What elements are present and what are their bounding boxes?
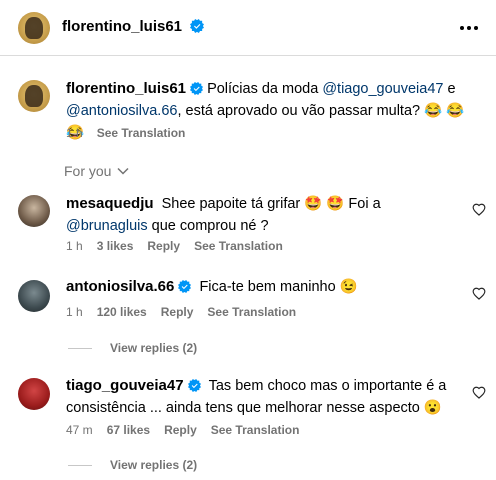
comment-filter[interactable]: For you bbox=[64, 163, 129, 179]
see-translation-button[interactable]: See Translation bbox=[194, 239, 283, 253]
comment-text: tiago_gouveia47 Tas bem choco mas o impo… bbox=[66, 375, 462, 419]
reply-button[interactable]: Reply bbox=[147, 239, 180, 253]
likes-count[interactable]: 120 likes bbox=[97, 305, 147, 319]
post-header: florentino_luis61 bbox=[0, 0, 496, 56]
see-translation-button[interactable]: See Translation bbox=[97, 126, 186, 140]
mention-link[interactable]: @brunagluis bbox=[66, 218, 148, 234]
verified-badge-icon bbox=[190, 19, 205, 33]
caption-text-part: e bbox=[443, 81, 456, 97]
verified-badge-icon bbox=[190, 82, 204, 95]
comment-body: Fica-te bem maninho 😉 bbox=[199, 279, 358, 295]
caption-username[interactable]: florentino_luis61 bbox=[66, 80, 186, 97]
avatar[interactable] bbox=[18, 12, 50, 44]
caption-avatar[interactable] bbox=[18, 80, 50, 112]
like-heart-icon[interactable] bbox=[472, 203, 486, 216]
see-translation-button[interactable]: See Translation bbox=[211, 423, 300, 437]
timestamp[interactable]: 47 m bbox=[66, 423, 93, 437]
verified-badge-icon bbox=[187, 379, 201, 392]
like-heart-icon[interactable] bbox=[472, 386, 486, 399]
header-username-row[interactable]: florentino_luis61 bbox=[62, 18, 205, 36]
reply-button[interactable]: Reply bbox=[164, 423, 197, 437]
comment-text: mesaquedju Shee papoite tá grifar 🤩 🤩 Fo… bbox=[66, 193, 462, 237]
view-replies-label: View replies (2) bbox=[110, 458, 198, 472]
comment-meta: 1 h 3 likes Reply See Translation bbox=[66, 239, 283, 253]
view-replies-label: View replies (2) bbox=[110, 341, 198, 355]
comment-username[interactable]: antoniosilva.66 bbox=[66, 278, 174, 295]
likes-count[interactable]: 3 likes bbox=[97, 239, 134, 253]
reply-button[interactable]: Reply bbox=[161, 305, 194, 319]
comment-avatar[interactable] bbox=[18, 378, 50, 410]
chevron-down-icon bbox=[117, 167, 129, 175]
timestamp[interactable]: 1 h bbox=[66, 305, 83, 319]
more-options-icon[interactable] bbox=[460, 26, 478, 30]
like-heart-icon[interactable] bbox=[472, 287, 486, 300]
comment-avatar[interactable] bbox=[18, 195, 50, 227]
header-username[interactable]: florentino_luis61 bbox=[62, 18, 182, 35]
comment-text: antoniosilva.66 Fica-te bem maninho 😉 bbox=[66, 276, 462, 298]
likes-count[interactable]: 67 likes bbox=[107, 423, 150, 437]
caption-meta: 1 h See Translation bbox=[66, 126, 185, 140]
mention-link[interactable]: @tiago_gouveia47 bbox=[322, 81, 443, 97]
timestamp[interactable]: 1 h bbox=[66, 239, 83, 253]
caption-text-part: Polícias da moda bbox=[207, 81, 323, 97]
divider bbox=[68, 347, 92, 349]
comment-filter-label: For you bbox=[64, 163, 112, 179]
view-replies-button[interactable]: View replies (2) bbox=[68, 341, 197, 355]
comment-text-part: que comprou né ? bbox=[147, 218, 269, 234]
verified-badge-icon bbox=[178, 280, 192, 293]
comment-meta: 47 m 67 likes Reply See Translation bbox=[66, 423, 299, 437]
view-replies-button[interactable]: View replies (2) bbox=[68, 458, 197, 472]
see-translation-button[interactable]: See Translation bbox=[207, 305, 296, 319]
mention-link[interactable]: @antoniosilva.66 bbox=[66, 103, 177, 119]
comment-username[interactable]: mesaquedju bbox=[66, 195, 154, 212]
comment-username[interactable]: tiago_gouveia47 bbox=[66, 377, 184, 394]
comment-meta: 1 h 120 likes Reply See Translation bbox=[66, 305, 296, 319]
divider bbox=[68, 464, 92, 466]
timestamp[interactable]: 1 h bbox=[66, 126, 83, 140]
comment-avatar[interactable] bbox=[18, 280, 50, 312]
comment-text-part: Shee papoite tá grifar 🤩 🤩 Foi a bbox=[161, 196, 381, 212]
